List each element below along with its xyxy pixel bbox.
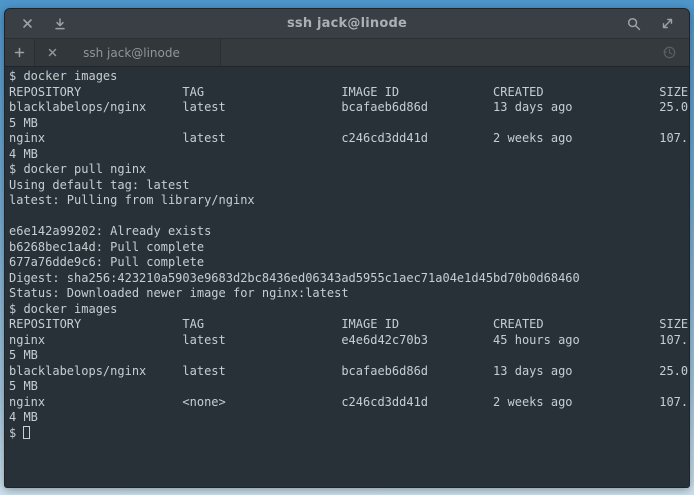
close-icon [22, 18, 33, 29]
terminal-cursor [23, 426, 30, 439]
terminal-line: nginx latest c246cd3dd41d 2 weeks ago 10… [9, 131, 689, 147]
window-close-button[interactable] [18, 15, 36, 33]
titlebar[interactable]: ssh jack@linode [5, 9, 689, 39]
prompt-line: $ [9, 426, 689, 442]
tab-close-button[interactable] [41, 39, 63, 66]
close-icon [48, 48, 57, 57]
tabbar-spacer [221, 39, 651, 66]
terminal-line: e6e142a99202: Already exists [9, 224, 689, 240]
desktop-background: ssh jack@linode ssh jack@linode [0, 0, 694, 495]
terminal-line: $ docker images [9, 302, 689, 318]
tab-title: ssh jack@linode [63, 46, 214, 60]
terminal-line: nginx <none> c246cd3dd41d 2 weeks ago 10… [9, 395, 689, 411]
terminal-window: ssh jack@linode ssh jack@linode [4, 8, 690, 488]
terminal-line: latest: Pulling from library/nginx [9, 193, 689, 209]
terminal-line: b6268bec1a4d: Pull complete [9, 240, 689, 256]
terminal-line: Status: Downloaded newer image for nginx… [9, 286, 689, 302]
terminal-line: Using default tag: latest [9, 178, 689, 194]
tab-ssh-session[interactable]: ssh jack@linode [35, 39, 221, 66]
terminal-line: 4 MB [9, 147, 689, 163]
expand-icon [661, 17, 674, 30]
search-icon [627, 17, 641, 31]
search-button[interactable] [625, 15, 643, 33]
tabbar: ssh jack@linode [5, 39, 689, 67]
terminal-screen[interactable]: $ docker imagesREPOSITORY TAG IMAGE ID C… [5, 67, 689, 487]
expand-button[interactable] [658, 15, 676, 33]
terminal-line: nginx latest e4e6d42c70b3 45 hours ago 1… [9, 333, 689, 349]
titlebar-left-icons [5, 15, 82, 33]
plus-icon [14, 47, 25, 58]
titlebar-right-icons [612, 15, 689, 33]
terminal-line: REPOSITORY TAG IMAGE ID CREATED SIZE [9, 85, 689, 101]
terminal-line: $ docker images [9, 69, 689, 85]
terminal-line: 677a76dde9c6: Pull complete [9, 255, 689, 271]
terminal-line: Digest: sha256:423210a5903e9683d2bc8436e… [9, 271, 689, 287]
download-button[interactable] [51, 15, 69, 33]
terminal-line [9, 209, 689, 225]
terminal-line: blacklabelops/nginx latest bcafaeb6d86d … [9, 364, 689, 380]
terminal-line: 4 MB [9, 410, 689, 426]
terminal-line: REPOSITORY TAG IMAGE ID CREATED SIZE [9, 317, 689, 333]
terminal-output: $ docker imagesREPOSITORY TAG IMAGE ID C… [9, 69, 689, 426]
prompt-text: $ [9, 426, 23, 440]
new-tab-button[interactable] [5, 39, 35, 66]
clock-history-icon [662, 45, 677, 60]
download-icon [54, 18, 66, 30]
terminal-line: 5 MB [9, 348, 689, 364]
terminal-line: 5 MB [9, 116, 689, 132]
terminal-line: blacklabelops/nginx latest bcafaeb6d86d … [9, 100, 689, 116]
history-button[interactable] [651, 39, 687, 66]
terminal-line: 5 MB [9, 379, 689, 395]
terminal-line: $ docker pull nginx [9, 162, 689, 178]
window-title: ssh jack@linode [5, 16, 689, 31]
